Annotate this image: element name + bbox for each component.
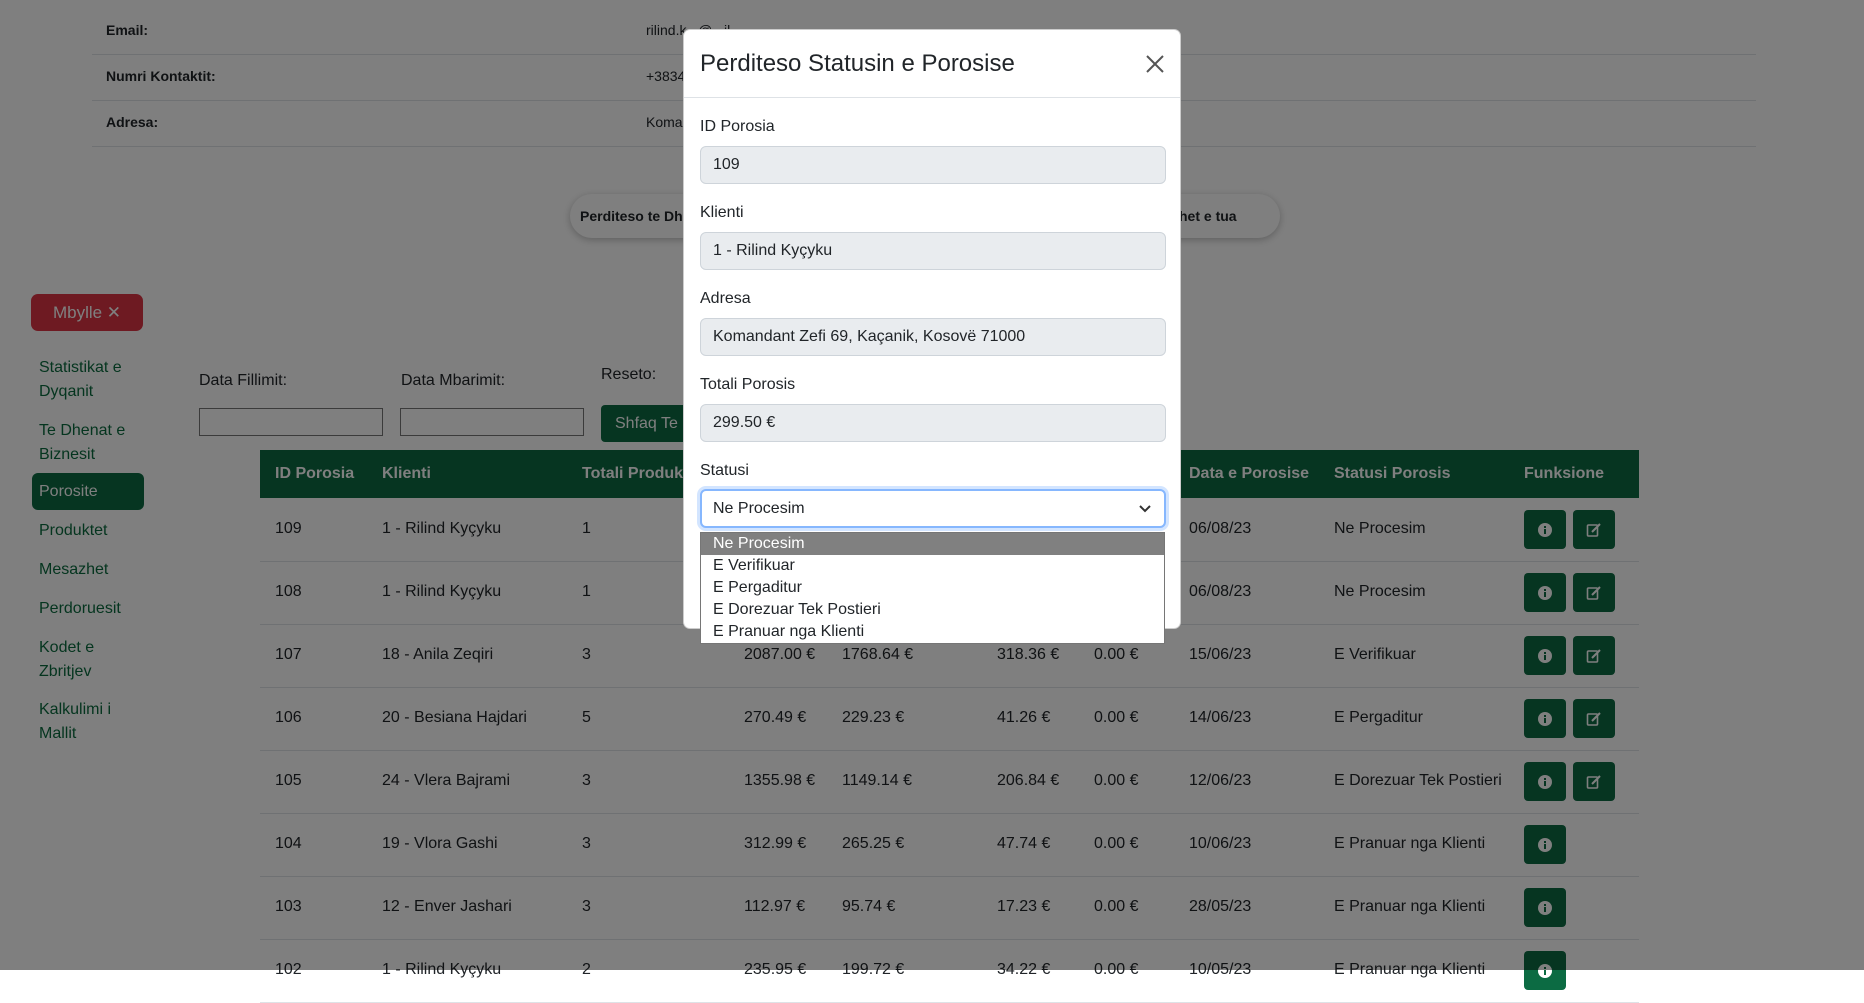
status-select-value: Ne Procesim [713, 500, 805, 517]
admin-dashboard: Email: rilind.k...@...il... Numri Kontak… [0, 0, 1864, 1003]
order-id-field: 109 [700, 146, 1166, 184]
status-label: Statusi [700, 462, 749, 479]
chevron-down-icon [1139, 505, 1151, 513]
close-icon[interactable] [1143, 52, 1167, 76]
status-option[interactable]: E Verifikuar [701, 555, 1164, 577]
status-option[interactable]: E Pranuar nga Klienti [701, 621, 1164, 643]
order-total-label: Totali Porosis [700, 376, 796, 393]
status-select[interactable]: Ne Procesim [700, 489, 1166, 528]
address-field-label: Adresa [700, 290, 751, 307]
status-option[interactable]: Ne Procesim [701, 533, 1164, 555]
modal-title: Perditeso Statusin e Porosise [700, 50, 1015, 77]
status-option[interactable]: E Dorezuar Tek Postieri [701, 599, 1164, 621]
status-option[interactable]: E Pergaditur [701, 577, 1164, 599]
address-field: Komandant Zefi 69, Kaçanik, Kosovë 71000 [700, 318, 1166, 356]
client-label: Klienti [700, 204, 744, 221]
order-id-label: ID Porosia [700, 118, 775, 135]
order-total-field: 299.50 € [700, 404, 1166, 442]
status-dropdown-list: Ne Procesim E Verifikuar E Pergaditur E … [700, 532, 1165, 644]
modal-header-divider [684, 97, 1180, 98]
client-field: 1 - Rilind Kyçyku [700, 232, 1166, 270]
